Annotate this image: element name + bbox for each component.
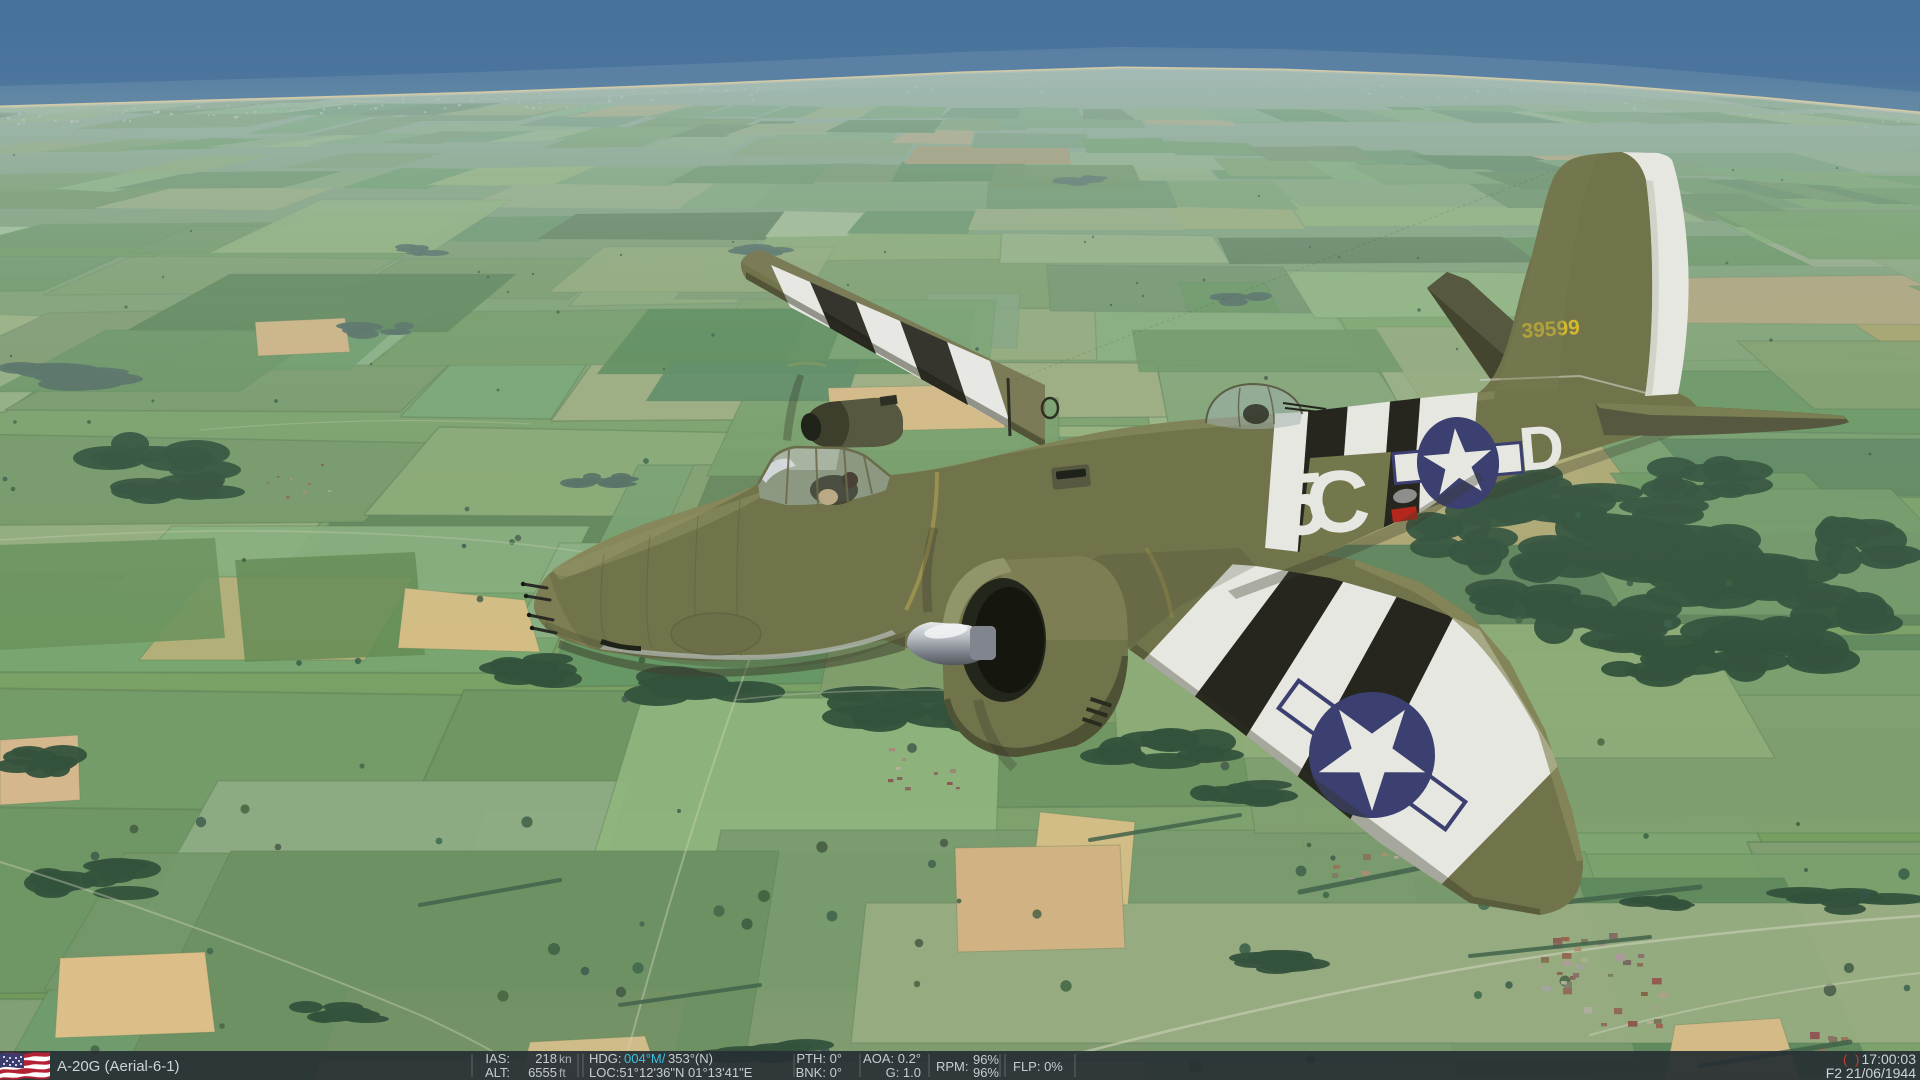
svg-text:FLP: 0%: FLP: 0%: [1013, 1059, 1063, 1074]
svg-text:218: 218: [535, 1051, 557, 1066]
svg-text:BNK: 0°: BNK: 0°: [796, 1065, 842, 1080]
svg-text:LOC:51°12'36"N 01°13'41"E: LOC:51°12'36"N 01°13'41"E: [589, 1065, 753, 1080]
svg-text:6555: 6555: [528, 1065, 557, 1080]
svg-text:AOA: 0.2°: AOA: 0.2°: [863, 1051, 921, 1066]
svg-text:D: D: [1516, 412, 1567, 485]
svg-text:IAS:: IAS:: [485, 1051, 510, 1066]
svg-text:ft: ft: [559, 1066, 566, 1080]
svg-text:PTH: 0°: PTH: 0°: [796, 1051, 842, 1066]
svg-text:004°M/: 004°M/: [624, 1051, 666, 1066]
svg-text:HDG:: HDG:: [589, 1051, 622, 1066]
svg-text:ALT:: ALT:: [485, 1065, 510, 1080]
svg-text:96%: 96%: [973, 1065, 999, 1080]
svg-text:kn: kn: [559, 1052, 572, 1066]
svg-text:A-20G (Aerial-6-1): A-20G (Aerial-6-1): [57, 1058, 180, 1075]
svg-text:RPM:: RPM:: [936, 1059, 969, 1074]
svg-text:F2 21/06/1944: F2 21/06/1944: [1826, 1065, 1917, 1080]
svg-text:353°(N): 353°(N): [668, 1051, 713, 1066]
svg-text:5C: 5C: [1274, 450, 1373, 555]
svg-text:G: 1.0: G: 1.0: [886, 1065, 921, 1080]
